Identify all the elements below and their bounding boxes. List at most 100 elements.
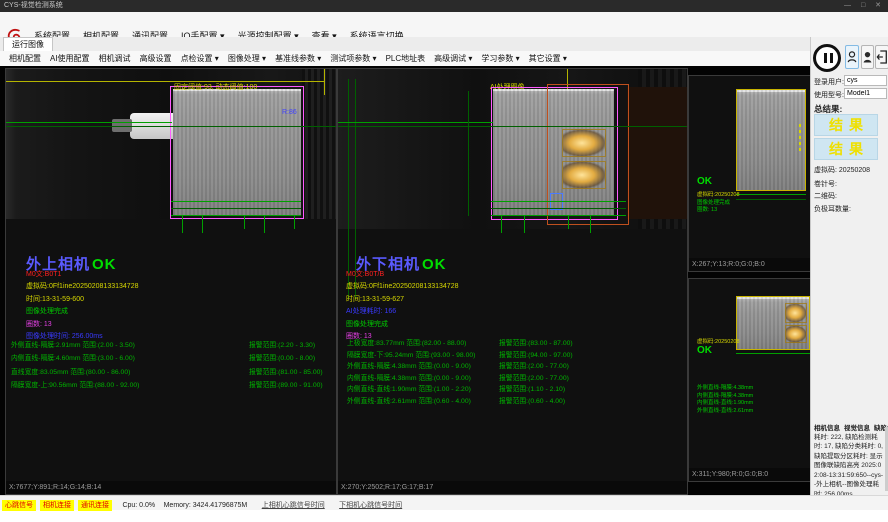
- mini-info-lines: 外侧直线-隔膜:4.38mm内侧直线-隔膜:4.38mm内侧直线-直线:1.90…: [697, 385, 753, 415]
- toolbar-item[interactable]: PLC地址表: [386, 51, 426, 66]
- mini-electrode-block: [736, 89, 806, 191]
- tab-run-image[interactable]: 运行图像: [3, 37, 53, 51]
- measure-line: [736, 353, 810, 354]
- toolbar-item[interactable]: 相机调试: [99, 51, 131, 66]
- logout-button[interactable]: [875, 45, 888, 69]
- info-line: 圈数: 13: [697, 207, 740, 215]
- mini-top-line: 虚拟码:20250208: [697, 337, 740, 345]
- camera-view-upper[interactable]: 固定阈值:93, 动态阈值:100 R:86 外上相机OK M0文:B0T1虚拟…: [5, 68, 337, 495]
- tab-vision-info[interactable]: 视觉信息: [844, 425, 870, 432]
- camera-info-lines: M0文:B0T/B虚拟码:0Ff1ine20250208133134728时间:…: [346, 269, 458, 343]
- measure-tick: [182, 215, 183, 233]
- measurement-row: 外侧直线-隔膜:4.38mm 范围:(0.00 - 9.00) 报警范围:(2.…: [347, 360, 475, 372]
- maximize-button[interactable]: □: [857, 0, 869, 12]
- control-panel: 登录用户: 使用型号: 总结果: 结果 结果 虚拟码: 20250208 卷针号…: [810, 37, 888, 495]
- qrcode-label: 二维码:: [814, 191, 837, 201]
- measure-line: [6, 126, 336, 127]
- measure-tick: [568, 215, 569, 229]
- toolbar-item[interactable]: 其它设置 ▾: [529, 51, 567, 66]
- measurement-list: 上极宽度:83.77mm 范围:(82.00 - 88.00) 报警范围:(83…: [347, 337, 475, 407]
- side-camera-view-2[interactable]: 虚拟码:20250208 OK 外侧直线-隔膜:4.38mm内侧直线-隔膜:4.…: [688, 278, 811, 482]
- model-input[interactable]: [844, 88, 887, 99]
- measure-tick: [294, 215, 295, 229]
- roi-rectangle: [170, 86, 304, 219]
- info-line: M0文:B0T/B: [346, 269, 458, 281]
- measurement-list: 外侧直线-隔膜:2.91mm 范围:(2.00 - 3.50) 报警范围:(2.…: [11, 339, 139, 393]
- tab-camera-info[interactable]: 相机信息: [814, 425, 840, 432]
- result-box-lower: 结果: [814, 138, 878, 160]
- tab-count-label: 负极耳数量:: [814, 204, 851, 214]
- needle-label: 卷针号:: [814, 179, 837, 189]
- result-box-upper: 结果: [814, 114, 878, 136]
- dark-area: [627, 87, 687, 219]
- toolbar-item[interactable]: 基准线参数 ▾: [275, 51, 321, 66]
- close-button[interactable]: ✕: [871, 0, 885, 12]
- cursor-coordinates: X:311;Y:980;R:0;G:0;B:0: [689, 468, 810, 481]
- virtual-code-label: 虚拟码:: [814, 167, 837, 174]
- measure-line: [6, 122, 172, 123]
- mini-info-lines: 虚拟码:20250208图像处理完成圈数: 13: [697, 192, 740, 215]
- measure-line: [171, 215, 301, 216]
- toolbar-item[interactable]: 点检设置 ▾: [181, 51, 219, 66]
- measurement-row: 直线宽度:83.05mm 范围:(80.00 - 86.00) 报警范围:(81…: [11, 366, 139, 379]
- measurement-row: 内侧直线-直线:1.90mm 范围:(1.00 - 2.20) 报警范围:(1.…: [347, 383, 475, 395]
- weld-glow-spot: [562, 129, 606, 157]
- info-line: 外侧直线-隔膜:4.38mm: [697, 385, 753, 393]
- measure-line: [171, 201, 301, 202]
- toolbar: 相机配置 AI使用配置相机调试高级设置点检设置 ▾ 图像处理 ▾ 基准线参数 ▾ 测试项…: [0, 51, 810, 66]
- status-badges: 心跳信号相机连接通讯连接: [0, 494, 114, 511]
- lower-camera-heartbeat: 下相机心跳信号时间: [339, 502, 402, 509]
- toolbar-item[interactable]: 学习参数 ▾: [481, 51, 519, 66]
- measure-tick: [590, 215, 591, 233]
- minimize-button[interactable]: —: [840, 0, 855, 12]
- measure-tick: [524, 215, 525, 233]
- pause-button[interactable]: [813, 44, 841, 72]
- stripe-texture: [302, 69, 336, 219]
- toolbar-item[interactable]: 测试项参数 ▾: [330, 51, 376, 66]
- measurement-row: 上极宽度:83.77mm 范围:(82.00 - 88.00) 报警范围:(83…: [347, 337, 475, 349]
- side-camera-view-1[interactable]: OK 虚拟码:20250208图像处理完成圈数: 13 X:267;Y:13;R…: [688, 75, 811, 272]
- window-controls: — □ ✕: [840, 0, 885, 12]
- menu-bar: 系统配置相机配置通讯配置IO手配置 ▾光源控制配置 ▾查看 ▾系统语言切换: [0, 12, 888, 37]
- toolbar-item[interactable]: 高级调试 ▾: [434, 51, 472, 66]
- measurement-row: 内侧直线-隔膜:4.60mm 范围:(3.00 - 6.00) 报警范围:(0.…: [11, 352, 139, 365]
- info-line: 时间:13-31-59-600: [26, 294, 138, 306]
- guide-line-vertical: [468, 91, 469, 216]
- measure-line: [491, 208, 626, 209]
- info-line: 虚拟码:20250208: [697, 192, 740, 200]
- weld-glow-spot: [785, 303, 807, 323]
- operator-button[interactable]: [861, 45, 874, 69]
- model-label: 使用型号:: [814, 90, 844, 100]
- measure-line: [171, 208, 301, 209]
- info-line: AI处理耗时: 166: [346, 306, 458, 318]
- weld-glow-spot: [785, 325, 807, 343]
- measurement-row: 外侧直线-直线:2.61mm 范围:(0.60 - 4.00) 报警范围:(0.…: [347, 395, 475, 407]
- toolbar-item[interactable]: 高级设置: [140, 51, 172, 66]
- login-user-input[interactable]: [844, 75, 887, 86]
- window-title: CYS-视觉检测系统: [0, 0, 888, 12]
- memory-usage: Memory: 3424.41796875M: [164, 502, 248, 509]
- info-line: 外侧直线-直线:2.61mm: [697, 408, 753, 416]
- user-icon: [846, 46, 858, 68]
- cursor-coordinates: X:270;Y:2502;R:17;G:17;B:17: [338, 481, 687, 494]
- toolbar-item[interactable]: 相机配置: [9, 51, 41, 66]
- info-line: 内侧直线-直线:1.90mm: [697, 400, 753, 408]
- threshold-tag: R:86: [282, 109, 297, 116]
- info-log-text: 耗时: 222, 缺陷检测耗时: 17, 缺陷分类耗时: 0, 缺陷提取分区耗时…: [814, 433, 884, 499]
- toolbar-item[interactable]: 图像处理 ▾: [228, 51, 266, 66]
- virtual-code-value: 20250208: [839, 167, 870, 174]
- camera-view-lower[interactable]: AI处理图像 外下相机OK M0文:B0T/B虚拟码:0Ff1ine202502…: [337, 68, 688, 495]
- measurement-row: 内侧直线-隔膜:4.38mm 范围:(0.00 - 9.00) 报警范围:(2.…: [347, 372, 475, 384]
- result-ok-text: OK: [697, 345, 712, 356]
- cursor-coordinates: X:267;Y:13;R:0;G:0;B:0: [689, 258, 810, 271]
- info-line: 时间:13-31-59-627: [346, 294, 458, 306]
- login-user-label: 登录用户:: [814, 77, 844, 87]
- measure-line: [338, 122, 493, 123]
- info-line: 图像处理完成: [26, 306, 138, 318]
- virtual-code-row: 虚拟码: 20250208: [814, 165, 870, 175]
- status-badge: 相机连接: [40, 500, 74, 511]
- user-login-button[interactable]: [845, 45, 859, 69]
- toolbar-item[interactable]: AI使用配置: [50, 51, 90, 66]
- measure-line: [338, 126, 687, 127]
- measure-tick: [244, 215, 245, 229]
